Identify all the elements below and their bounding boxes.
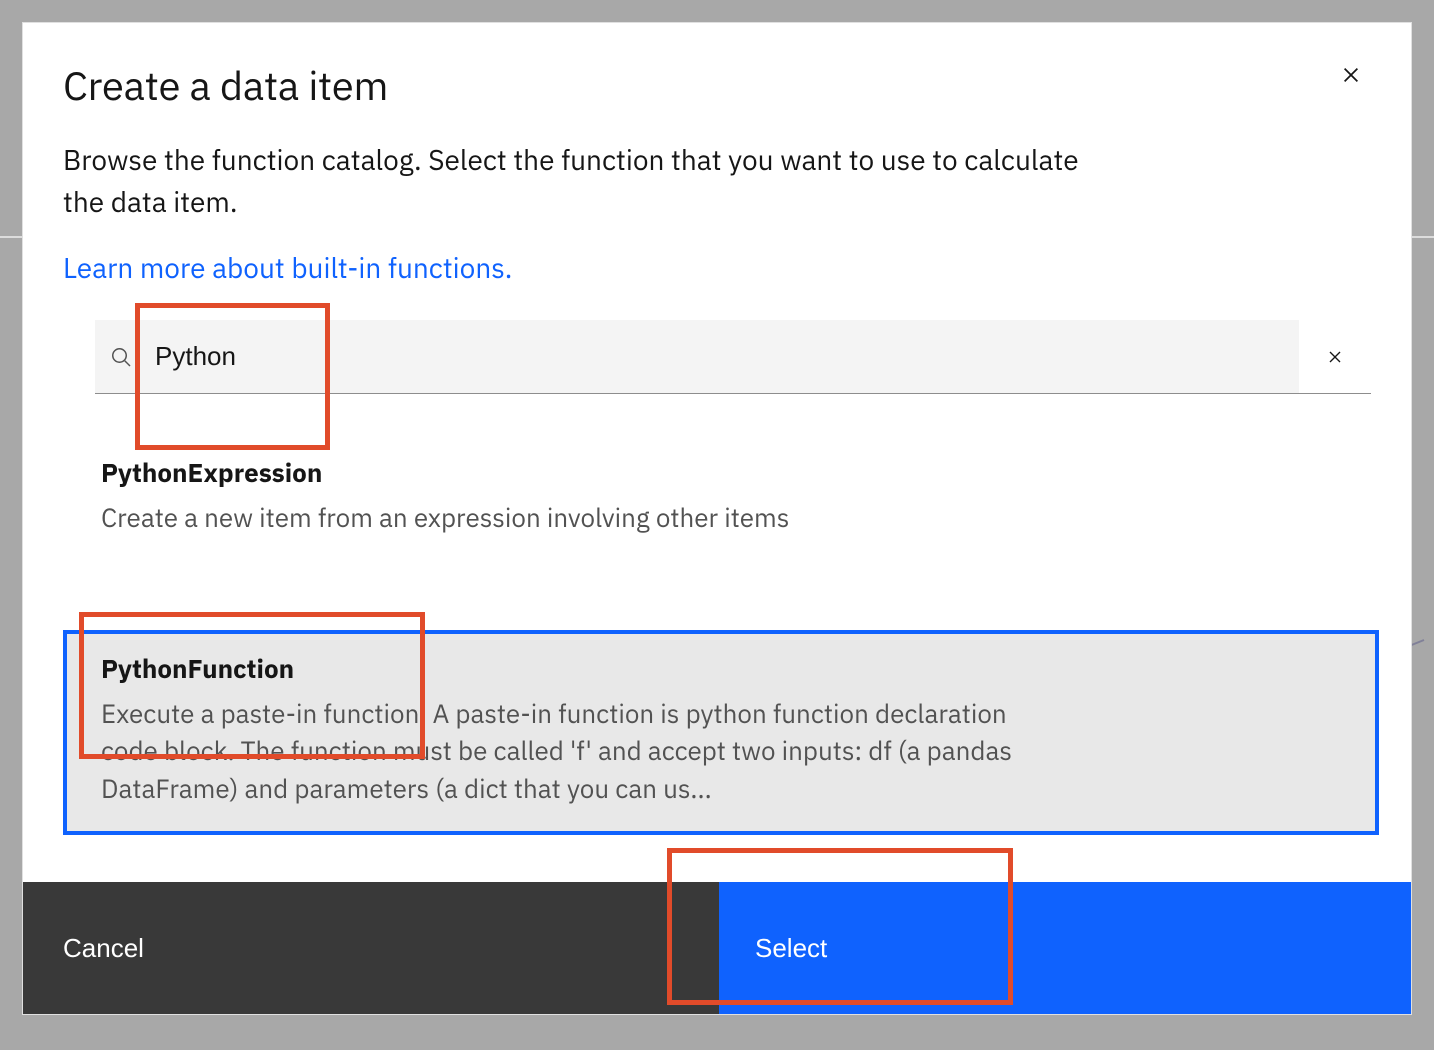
search-icon: [95, 320, 147, 393]
close-icon: [1324, 346, 1346, 368]
close-icon: [1337, 61, 1365, 89]
modal-footer: Cancel Select: [23, 882, 1411, 1014]
search-input[interactable]: [147, 320, 1299, 393]
cancel-button[interactable]: Cancel: [23, 882, 719, 1014]
select-label: Select: [755, 933, 827, 964]
result-title: PythonFunction: [101, 652, 1341, 686]
result-item-python-expression[interactable]: PythonExpression Create a new item from …: [63, 434, 1379, 564]
close-button[interactable]: [1327, 51, 1375, 99]
create-data-item-modal: Create a data item Browse the function c…: [22, 22, 1412, 1015]
modal-subtitle: Browse the function catalog. Select the …: [63, 139, 1093, 223]
select-button[interactable]: Select: [719, 882, 1411, 1014]
result-desc: Create a new item from an expression inv…: [101, 500, 1061, 538]
result-item-python-function[interactable]: PythonFunction Execute a paste-in functi…: [63, 630, 1379, 835]
learn-more-link[interactable]: Learn more about built-in functions.: [63, 249, 512, 286]
modal-title: Create a data item: [63, 59, 1371, 111]
result-title: PythonExpression: [101, 456, 1341, 490]
result-desc: Execute a paste-in function. A paste-in …: [101, 696, 1061, 809]
modal-header: Create a data item Browse the function c…: [23, 23, 1411, 286]
cancel-label: Cancel: [63, 933, 144, 964]
search-container: [95, 320, 1371, 394]
results-list: PythonExpression Create a new item from …: [63, 434, 1379, 882]
search-clear-button[interactable]: [1299, 320, 1371, 393]
